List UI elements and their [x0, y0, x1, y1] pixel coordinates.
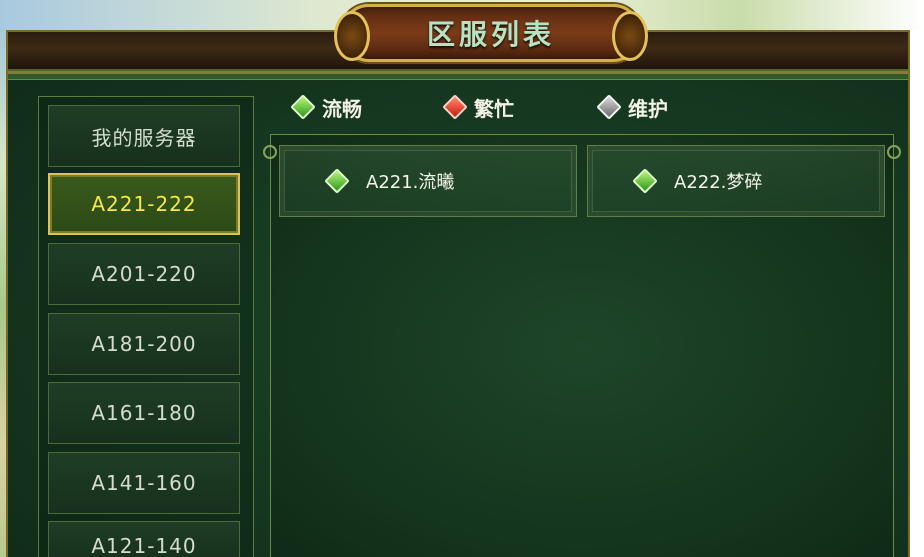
ornament-scroll-icon: [334, 11, 370, 61]
window-title: 区服列表: [426, 18, 555, 51]
legend-smooth: 流畅: [290, 92, 362, 122]
server-group-a161-180[interactable]: A161-180: [48, 382, 240, 444]
server-group-a141-160[interactable]: A141-160: [48, 452, 240, 514]
server-group-label: A161-180: [91, 401, 197, 425]
server-group-a201-220[interactable]: A201-220: [48, 243, 240, 305]
server-item-label: A222.梦碎: [674, 172, 763, 193]
server-group-label: A181-200: [91, 332, 197, 356]
panel-ornament-icon: [263, 145, 277, 159]
server-group-label: A141-160: [91, 471, 197, 495]
background-edge-right: [910, 30, 924, 557]
server-group-a221-222[interactable]: A221-222: [48, 173, 240, 235]
server-group-label: A121-140: [91, 534, 197, 557]
server-group-label: A201-220: [91, 262, 197, 286]
server-group-list: 我的服务器 A221-222 A201-220 A181-200 A161-18…: [38, 96, 254, 557]
server-panel: A221.流曦 A222.梦碎: [263, 134, 901, 557]
window-top-trim: [8, 74, 908, 80]
red-gem-icon: [442, 94, 468, 120]
legend-label: 繁忙: [474, 96, 514, 121]
ornament-scroll-icon: [612, 11, 648, 61]
gray-gem-icon: [596, 94, 622, 120]
legend-busy: 繁忙: [442, 92, 514, 122]
server-group-label: 我的服务器: [91, 125, 197, 150]
server-item-a221[interactable]: A221.流曦: [279, 145, 577, 217]
legend-label: 维护: [628, 96, 668, 121]
legend-maintenance: 维护: [596, 92, 668, 122]
server-item-a222[interactable]: A222.梦碎: [587, 145, 885, 217]
panel-ornament-icon: [887, 145, 901, 159]
server-group-my-servers[interactable]: 我的服务器: [48, 105, 240, 167]
title-frame: 区服列表: [334, 4, 648, 62]
server-item-label: A221.流曦: [366, 172, 455, 193]
server-group-a181-200[interactable]: A181-200: [48, 313, 240, 375]
server-list-window: 我的服务器 A221-222 A201-220 A181-200 A161-18…: [6, 30, 910, 557]
server-group-label: A221-222: [91, 192, 197, 216]
title-plaque: 区服列表: [326, 0, 656, 66]
legend-label: 流畅: [322, 96, 362, 121]
green-gem-icon: [632, 168, 658, 194]
green-gem-icon: [290, 94, 316, 120]
server-group-a121-140[interactable]: A121-140: [48, 521, 240, 557]
green-gem-icon: [324, 168, 350, 194]
